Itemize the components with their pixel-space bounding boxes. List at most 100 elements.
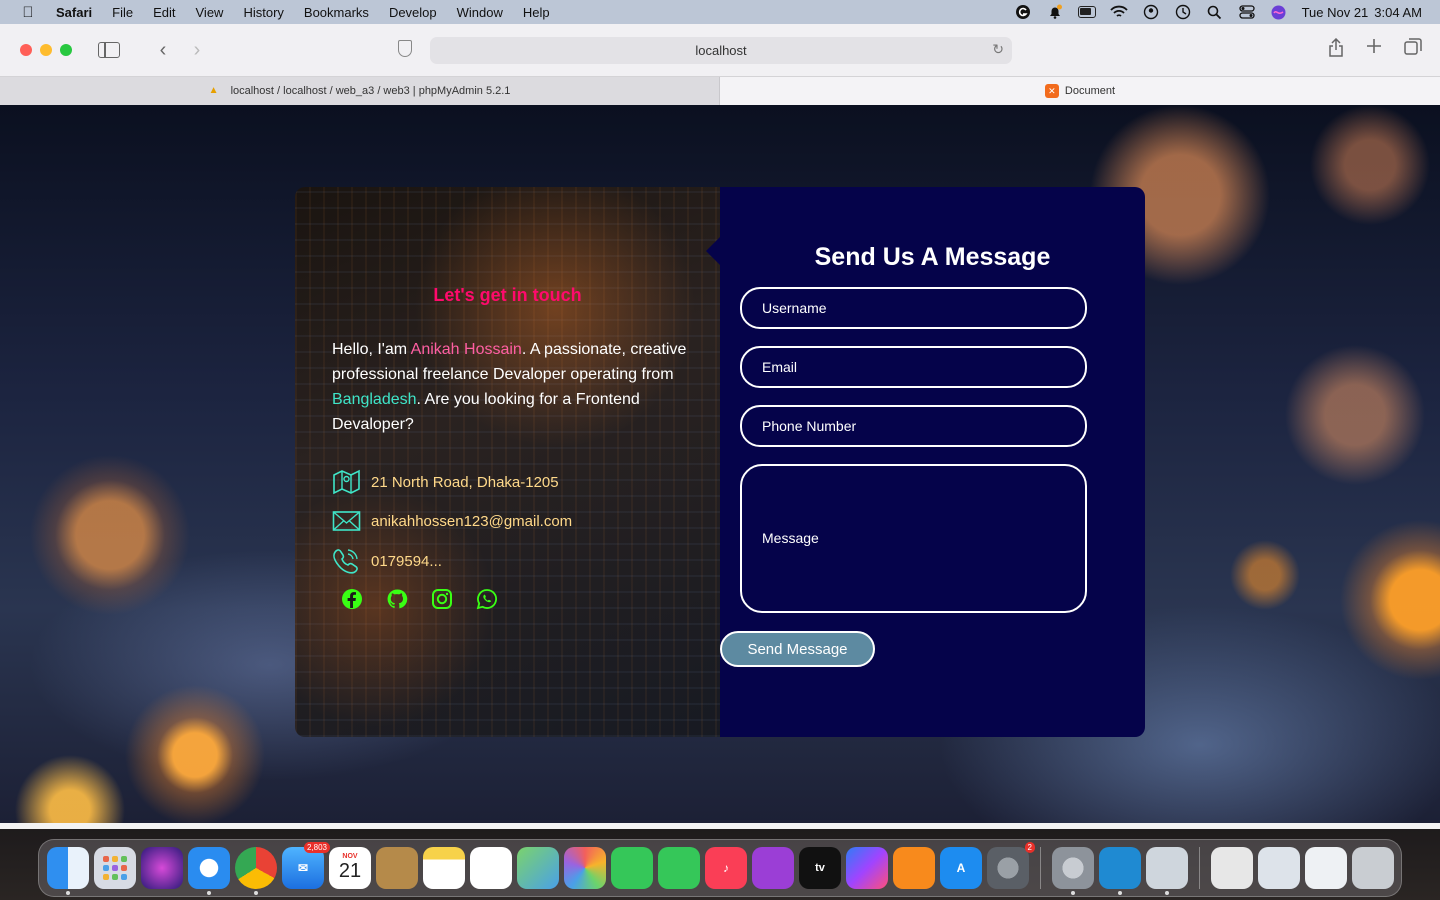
send-message-button[interactable]: Send Message [720,631,875,667]
forward-arrow-icon[interactable]: › [184,37,210,63]
envelope-icon [332,511,361,531]
launchpad-icon[interactable] [94,847,136,889]
toolbar-right-actions [1328,37,1422,62]
time-machine-icon[interactable] [1174,4,1192,20]
menu-app-name[interactable]: Safari [56,5,92,20]
apple-menu-icon[interactable]:  [0,4,56,21]
system-preferences-icon[interactable] [1052,847,1094,895]
menu-history[interactable]: History [243,5,283,20]
dock: ✉ 2,803 NOV 21 ♪ tv A 2 [38,839,1402,897]
menu-bookmarks[interactable]: Bookmarks [304,5,369,20]
battery-icon[interactable] [1077,5,1096,19]
dock-separator-2 [1199,847,1200,889]
mail-icon[interactable]: ✉ 2,803 [282,842,330,889]
tab-overview-icon[interactable] [1404,38,1422,62]
tab-bar: ▲ localhost / localhost / web_a3 / web3 … [0,77,1440,105]
username-input[interactable] [740,287,1087,329]
contacts-icon[interactable] [376,847,418,889]
instagram-icon[interactable] [431,588,453,610]
window-controls [20,44,72,56]
message-textarea[interactable] [740,464,1087,613]
app-store-icon[interactable]: A [940,847,982,889]
map-icon [333,469,360,495]
menubar-clock[interactable]: Tue Nov 21 3:04 AM [1302,5,1422,20]
email-row: anikahhossen123@gmail.com [332,508,572,534]
back-arrow-icon[interactable]: ‹ [150,37,176,63]
system-settings-icon[interactable]: 2 [987,842,1035,889]
facebook-icon[interactable] [341,588,363,610]
new-tab-icon[interactable] [1366,38,1382,62]
clock-time: 3:04 AM [1374,4,1422,20]
close-window-button[interactable] [20,44,32,56]
siri-icon[interactable] [1270,5,1288,19]
chrome-icon[interactable] [235,847,277,895]
tab-document[interactable]: ✕ Document [720,77,1440,105]
dock-separator [1040,847,1041,889]
dock-area: ✉ 2,803 NOV 21 ♪ tv A 2 [0,829,1440,900]
notes-icon[interactable] [423,847,465,889]
tab-phpmyadmin[interactable]: ▲ localhost / localhost / web_a3 / web3 … [0,77,720,105]
reload-icon[interactable]: ↻ [992,41,1004,58]
menu-help[interactable]: Help [523,5,550,20]
maps-icon[interactable] [517,847,559,889]
menu-view[interactable]: View [196,5,224,20]
address-text: 21 North Road, Dhaka-1205 [371,473,559,491]
downloads-stack-icon[interactable] [1305,847,1347,889]
address-row: 21 North Road, Dhaka-1205 [332,469,559,495]
messages-icon[interactable] [611,847,653,889]
messenger-icon[interactable] [846,847,888,889]
finder-icon[interactable] [47,847,89,895]
books-icon[interactable] [893,847,935,889]
calendar-day: 21 [338,860,362,882]
whatsapp-icon[interactable] [476,588,498,610]
contact-heading: Let's get in touch [433,285,582,305]
privacy-shield-icon[interactable] [398,40,412,57]
calendar-icon[interactable]: NOV 21 [329,847,371,889]
spotlight-search-icon[interactable] [1206,5,1224,19]
clock-date: Tue Nov 21 [1301,4,1369,20]
siri-app-icon[interactable] [141,847,183,889]
podcasts-icon[interactable] [752,847,794,889]
browser-toolbar: ‹ › localhost ↻ [0,24,1440,77]
message-form-panel: Send Us A Message Send Message [706,187,1145,737]
apple-tv-icon[interactable]: tv [799,847,841,889]
safari-icon[interactable] [188,847,230,895]
notification-bell-icon[interactable] [1046,4,1064,19]
document-file-icon[interactable] [1211,847,1253,889]
email-input[interactable] [740,346,1087,388]
control-center-icon[interactable] [1238,5,1256,19]
trash-icon[interactable] [1352,847,1394,889]
music-icon[interactable]: ♪ [705,847,747,889]
user-account-icon[interactable] [1142,4,1160,20]
grammarly-icon[interactable] [1014,5,1032,19]
zoom-window-button[interactable] [60,44,72,56]
intro-text-start: Hello, I'am [332,341,411,358]
facetime-icon[interactable] [658,847,700,889]
wifi-icon[interactable] [1109,5,1128,19]
address-bar[interactable]: localhost ↻ [430,37,1012,64]
phone-text: 0179594... [371,552,442,570]
minimize-window-button[interactable] [40,44,52,56]
share-icon[interactable] [1328,37,1344,62]
contact-card: Let's get in touch Hello, I'am Anikah Ho… [295,187,1145,737]
form-title: Send Us A Message [814,243,1051,271]
github-icon[interactable] [386,588,408,610]
contact-info-panel: Let's get in touch Hello, I'am Anikah Ho… [295,187,720,737]
xampp-favicon-icon: ✕ [1044,84,1059,98]
phpmyadmin-favicon-icon: ▲ [208,85,219,96]
email-text[interactable]: anikahhossen123@gmail.com [371,513,572,530]
vscode-icon[interactable] [1099,847,1141,895]
disk-utility-icon[interactable] [1146,847,1188,895]
menu-window[interactable]: Window [457,5,503,20]
sidebar-toggle-icon[interactable] [98,42,120,58]
reminders-icon[interactable] [470,847,512,889]
social-links [341,588,498,610]
screenshot-file-icon[interactable] [1258,847,1300,889]
menu-file[interactable]: File [112,5,133,20]
phone-number-input[interactable] [740,405,1087,447]
menu-develop[interactable]: Develop [389,5,437,20]
page-background: Let's get in touch Hello, I'am Anikah Ho… [0,105,1440,825]
menu-edit[interactable]: Edit [153,5,175,20]
tab-phpmyadmin-label: localhost / localhost / web_a3 / web3 | … [230,85,511,97]
photos-icon[interactable] [564,847,606,889]
